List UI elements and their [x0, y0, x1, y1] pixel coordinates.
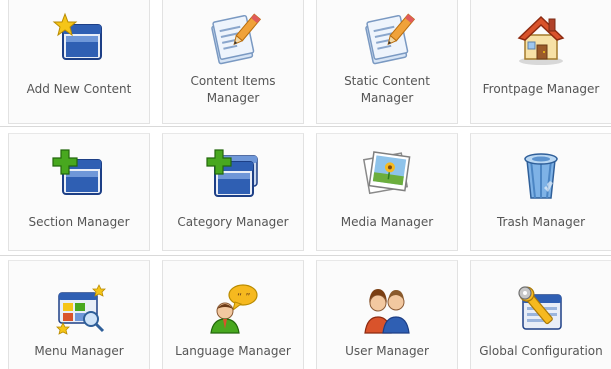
add-new-content-button[interactable]: Add New Content: [8, 0, 150, 124]
row-divider: [0, 255, 611, 256]
static-content-manager-button[interactable]: Static Content Manager: [316, 0, 458, 124]
section-manager-button[interactable]: Section Manager: [8, 133, 150, 251]
menu-manager-icon: [49, 281, 109, 337]
content-items-manager-button[interactable]: Content Items Manager: [162, 0, 304, 124]
static-content-icon: [357, 11, 417, 67]
trash-manager-button[interactable]: Trash Manager: [470, 133, 611, 251]
tile-label: Menu Manager: [34, 344, 124, 358]
tile-label: User Manager: [345, 344, 429, 358]
svg-text:“ ”: “ ”: [237, 292, 251, 303]
tile-label: Language Manager: [175, 344, 291, 358]
tile-label: Content Items Manager: [190, 74, 276, 105]
tile-label: Global Configuration: [479, 344, 603, 358]
user-manager-button[interactable]: User Manager: [316, 260, 458, 369]
global-configuration-icon: [511, 281, 571, 337]
trash-can-icon: [511, 146, 571, 202]
add-new-content-icon: [49, 11, 109, 67]
tile-label: Trash Manager: [496, 215, 586, 229]
category-manager-button[interactable]: Category Manager: [162, 133, 304, 251]
language-manager-button[interactable]: “ ” Language Manager: [162, 260, 304, 369]
tile-label: Category Manager: [177, 215, 289, 229]
tile-label: Static Content Manager: [344, 74, 430, 105]
language-manager-icon: “ ”: [203, 281, 263, 337]
media-manager-icon: [357, 146, 417, 202]
frontpage-manager-button[interactable]: Frontpage Manager: [470, 0, 611, 124]
content-items-icon: [203, 11, 263, 67]
frontpage-house-icon: [511, 11, 571, 67]
row-divider: [0, 126, 611, 127]
users-icon: [357, 281, 417, 337]
menu-manager-button[interactable]: Menu Manager: [8, 260, 150, 369]
global-configuration-button[interactable]: Global Configuration: [470, 260, 611, 369]
tile-label: Add New Content: [26, 82, 132, 96]
tile-label: Frontpage Manager: [482, 82, 600, 96]
control-panel-grid: Add New Content Content Items Manager St…: [0, 0, 611, 369]
media-manager-button[interactable]: Media Manager: [316, 133, 458, 251]
category-manager-icon: [203, 146, 263, 202]
section-manager-icon: [49, 146, 109, 202]
tile-label: Media Manager: [340, 215, 434, 229]
tile-label: Section Manager: [28, 215, 130, 229]
